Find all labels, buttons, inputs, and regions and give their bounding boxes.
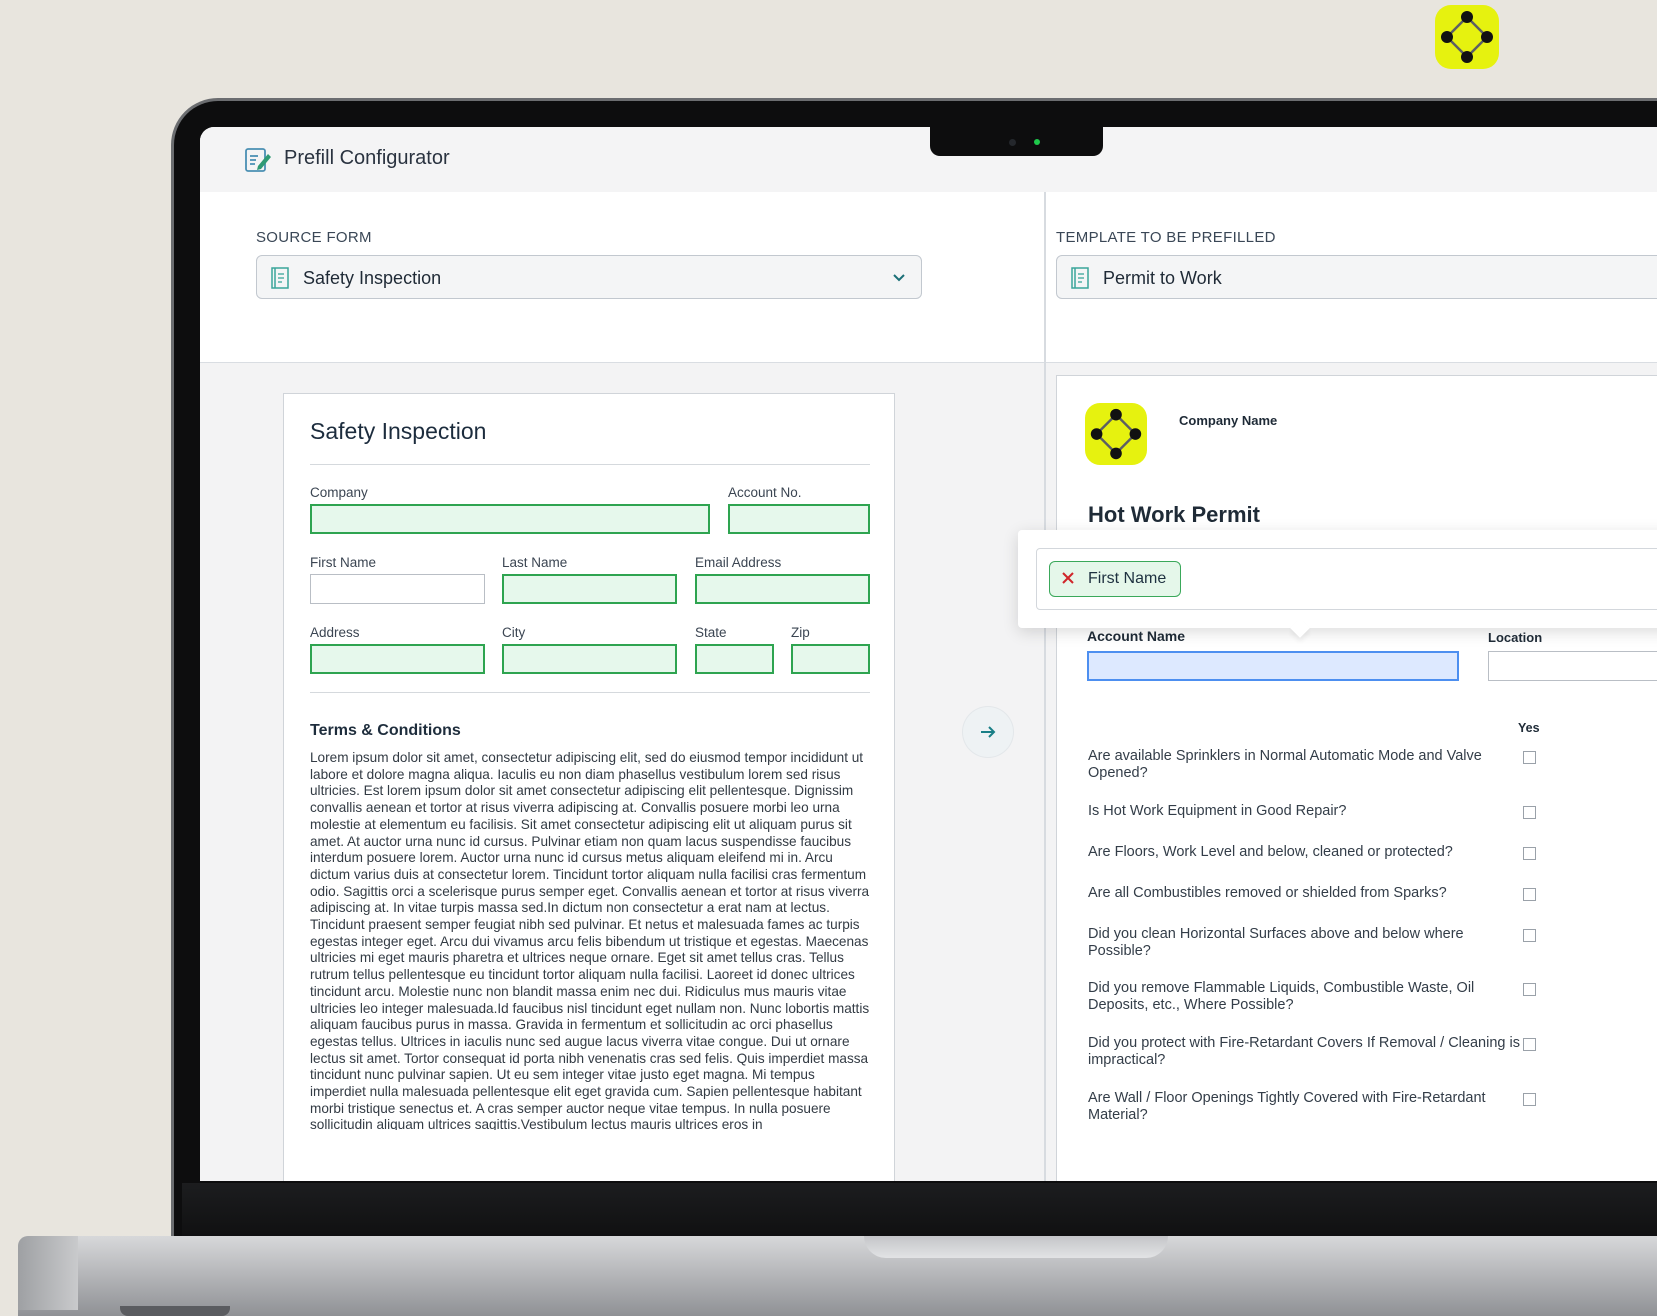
template-logo (1085, 403, 1147, 465)
document-icon (1071, 267, 1089, 289)
laptop-bezel-bottom (182, 1183, 1657, 1237)
mapping-popover: First Name (1018, 530, 1657, 628)
network-icon (1441, 11, 1493, 63)
yes-checkbox[interactable] (1523, 806, 1536, 819)
account-no-label: Account No. (728, 485, 802, 500)
question-item: Did you protect with Fire-Retardant Cove… (1088, 1035, 1520, 1068)
camera-notch (930, 127, 1103, 156)
question-item: Is Hot Work Equipment in Good Repair? (1088, 803, 1347, 819)
question-item: Are Wall / Floor Openings Tightly Covere… (1088, 1090, 1486, 1123)
template-title: Hot Work Permit (1088, 502, 1260, 527)
camera-indicator-light (1034, 139, 1040, 145)
source-document-title: Safety Inspection (310, 418, 487, 444)
yes-checkbox[interactable] (1523, 1093, 1536, 1106)
camera-lens (1009, 139, 1016, 146)
state-field[interactable] (695, 644, 774, 674)
company-field[interactable] (310, 504, 710, 534)
location-field[interactable] (1488, 651, 1657, 681)
yes-checkbox[interactable] (1523, 751, 1536, 764)
mapped-field-label: First Name (1088, 570, 1167, 587)
arrow-right-icon (981, 726, 996, 738)
yes-checkbox[interactable] (1523, 888, 1536, 901)
account-name-field[interactable] (1087, 651, 1459, 681)
map-arrow-button[interactable] (963, 707, 1013, 757)
company-name: Company Name (1179, 413, 1278, 428)
first-name-label: First Name (310, 555, 377, 570)
source-form-select[interactable]: Safety Inspection (256, 255, 922, 299)
source-document: Safety Inspection Company Account No. Fi… (283, 393, 895, 1181)
question-item: Are Floors, Work Level and below, cleane… (1088, 844, 1453, 860)
question-item: Did you clean Horizontal Surfaces above … (1088, 926, 1464, 959)
terms-body: Lorem ipsum dolor sit amet, consectetur … (310, 750, 870, 1130)
chevron-down-icon[interactable] (891, 270, 907, 286)
target-template-value: Permit to Work (1103, 268, 1222, 288)
app-title: Prefill Configurator (284, 147, 450, 169)
mapping-tag-input[interactable]: First Name (1036, 548, 1657, 610)
divider (310, 692, 870, 693)
address-field[interactable] (310, 644, 485, 674)
account-no-field[interactable] (728, 504, 870, 534)
target-template-label: TEMPLATE TO BE PREFILLED (1056, 229, 1276, 246)
network-icon (1090, 408, 1142, 460)
zip-label: Zip (791, 625, 810, 640)
company-label: Company (310, 485, 368, 500)
email-label: Email Address (695, 555, 782, 570)
document-icon (271, 267, 289, 289)
yes-checkbox[interactable] (1523, 929, 1536, 942)
yes-checkbox[interactable] (1523, 983, 1536, 996)
close-icon[interactable] (1061, 571, 1075, 585)
laptop-base (18, 1236, 1657, 1316)
source-form-value: Safety Inspection (303, 268, 442, 288)
laptop-foot (120, 1306, 230, 1316)
question-item: Are all Combustibles removed or shielded… (1088, 885, 1447, 901)
laptop-base-notch (864, 1236, 1168, 1258)
question-item: Did you remove Flammable Liquids, Combus… (1088, 980, 1475, 1013)
email-field[interactable] (695, 574, 870, 604)
target-document: Company Name Hot Work Permit Account Nam… (1056, 375, 1657, 1181)
form-edit-icon (245, 148, 271, 172)
target-template-select[interactable]: Permit to Work (1056, 255, 1657, 299)
city-field[interactable] (502, 644, 677, 674)
address-label: Address (310, 625, 360, 640)
laptop-base-edge (18, 1236, 78, 1310)
source-form-label: SOURCE FORM (256, 229, 372, 246)
app-header: Prefill Configurator (200, 127, 1657, 193)
divider (310, 464, 870, 465)
yes-checkbox[interactable] (1523, 1038, 1536, 1051)
zip-field[interactable] (791, 644, 870, 674)
yes-column-header: Yes (1518, 721, 1540, 735)
terms-title: Terms & Conditions (310, 722, 461, 739)
question-item: Are available Sprinklers in Normal Autom… (1088, 748, 1482, 781)
last-name-field[interactable] (502, 574, 677, 604)
state-label: State (695, 625, 727, 640)
yes-checkbox[interactable] (1523, 847, 1536, 860)
location-label: Location (1488, 630, 1543, 645)
last-name-label: Last Name (502, 555, 568, 570)
brand-logo (1435, 5, 1499, 69)
screen: Prefill Configurator SOURCE FORM Safety … (200, 127, 1657, 1181)
first-name-field[interactable] (310, 574, 485, 604)
city-label: City (502, 625, 526, 640)
account-name-label: Account Name (1087, 628, 1186, 644)
mapped-field-chip[interactable]: First Name (1049, 561, 1182, 597)
